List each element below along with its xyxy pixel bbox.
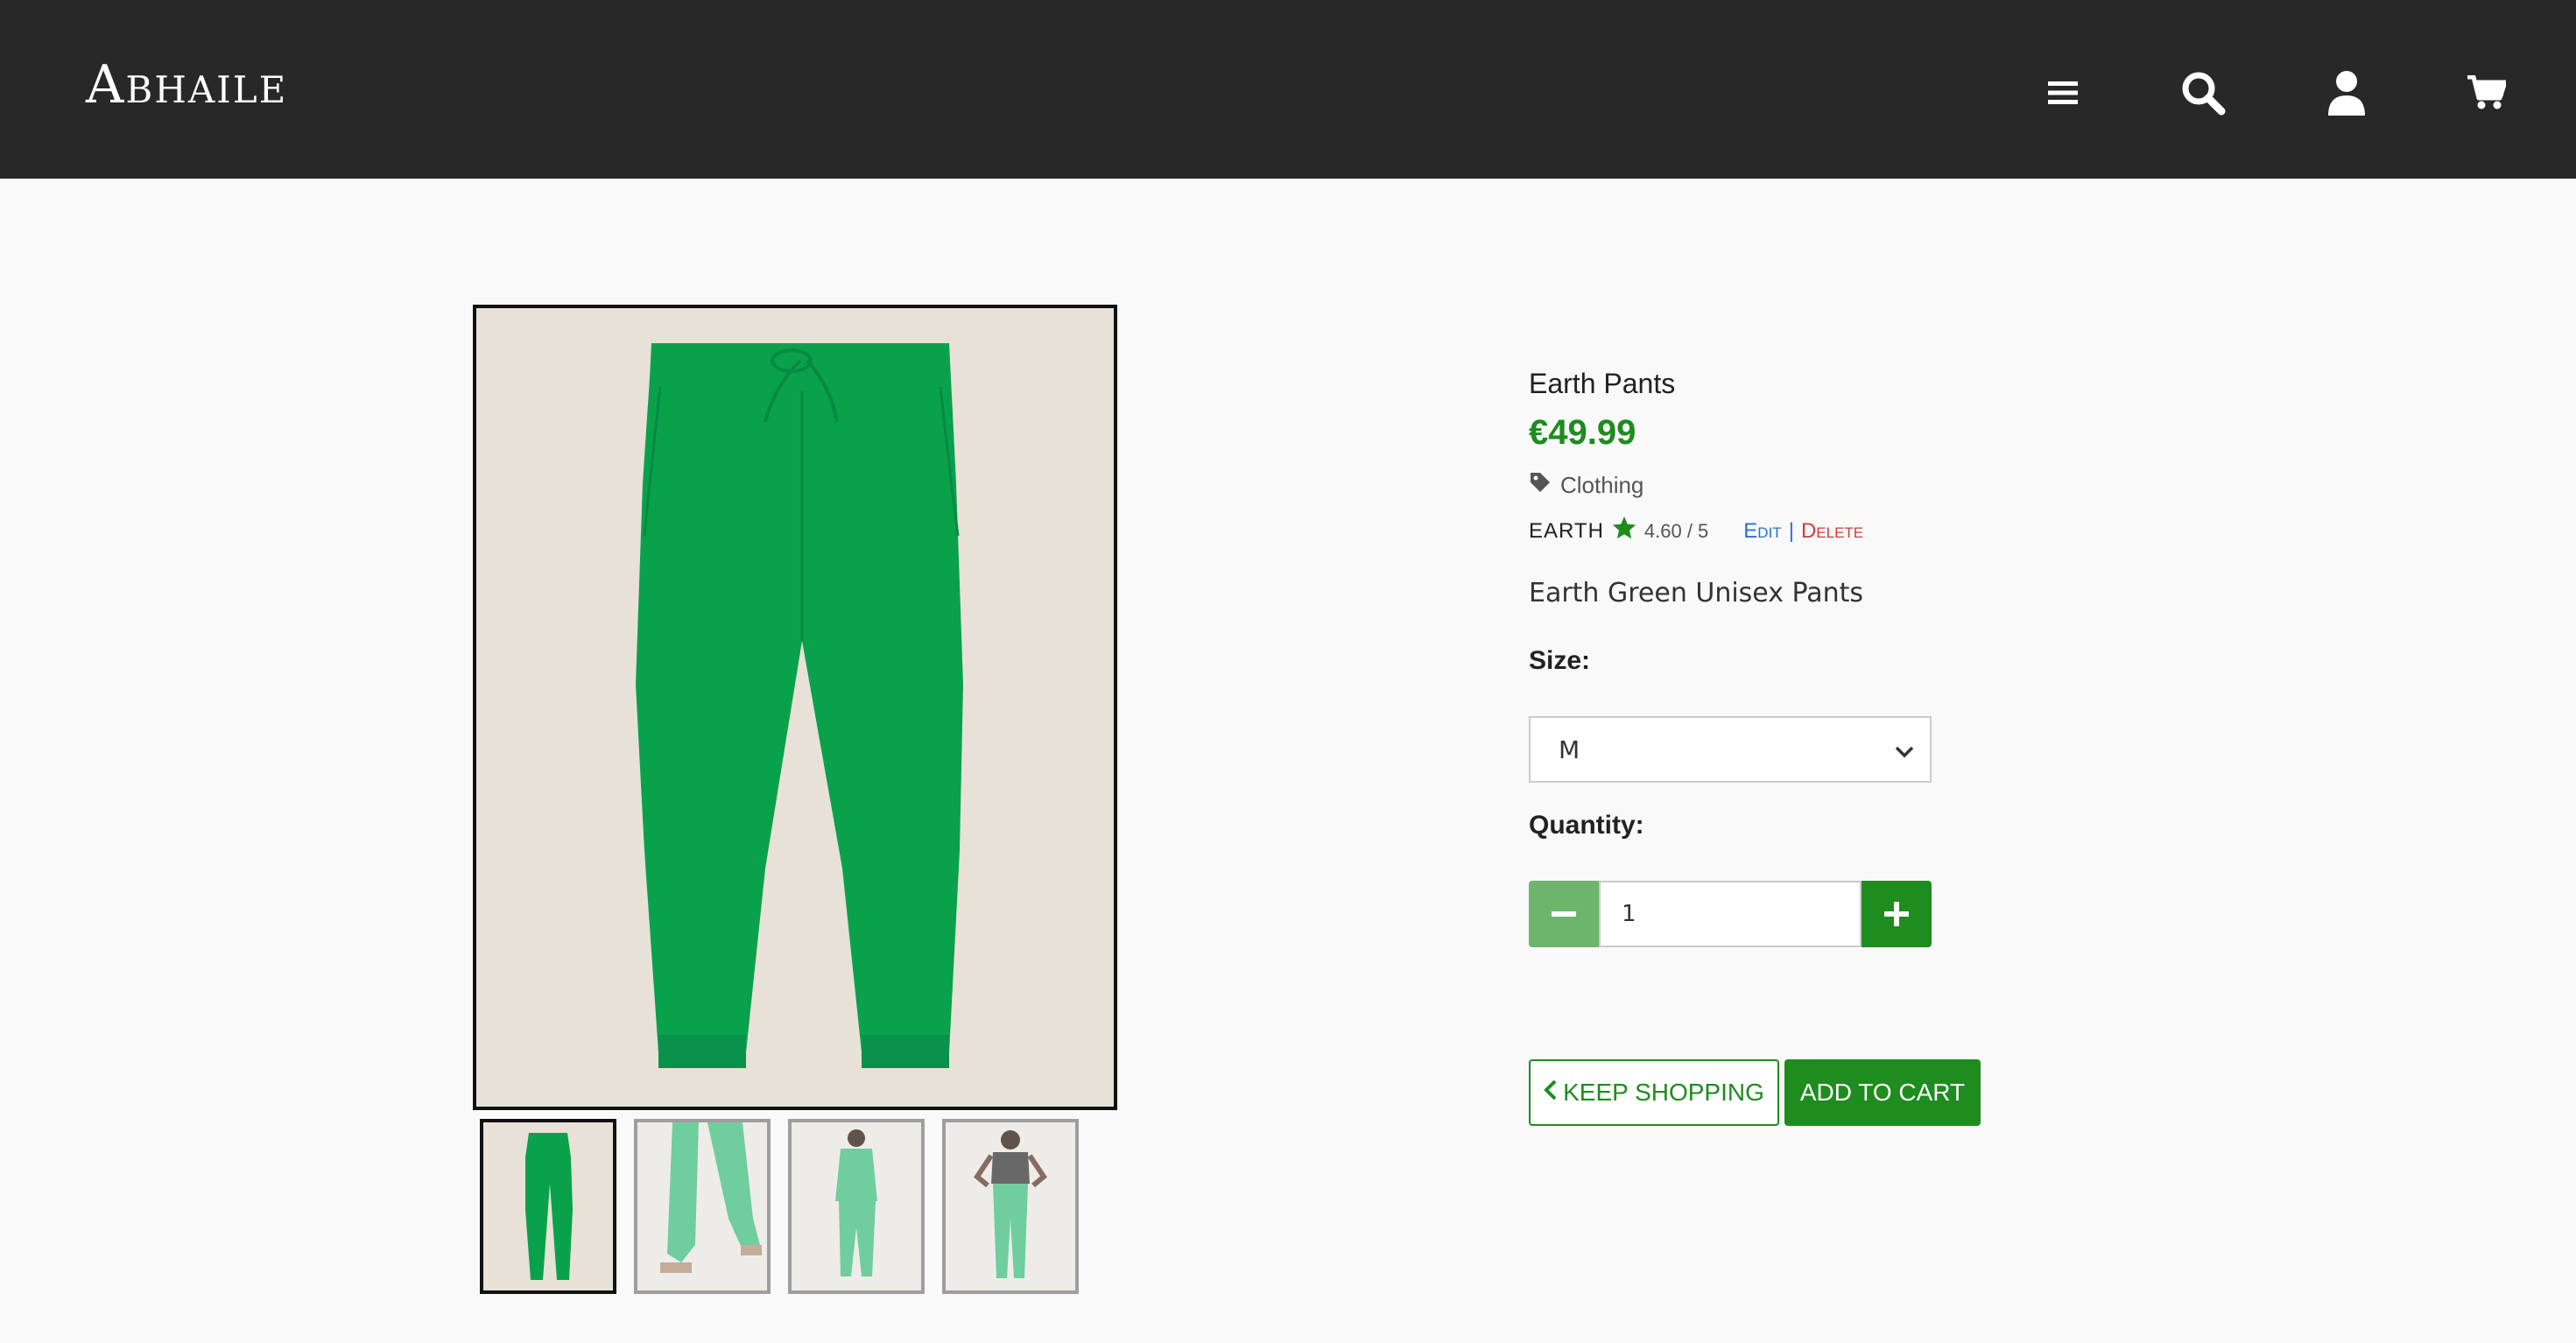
- product-description: Earth Green Unisex Pants: [1529, 578, 1864, 608]
- size-label: Size:: [1529, 646, 1591, 675]
- star-icon: [1611, 515, 1637, 547]
- plus-icon: [1884, 902, 1909, 926]
- quantity-label: Quantity:: [1529, 811, 1644, 840]
- thumbnail-3[interactable]: [788, 1119, 925, 1294]
- delete-link[interactable]: Delete: [1801, 519, 1863, 544]
- size-value: M: [1559, 735, 1580, 764]
- product-price: €49.99: [1529, 413, 1636, 452]
- decrement-button[interactable]: [1529, 881, 1599, 947]
- quantity-value: 1: [1622, 901, 1636, 927]
- product-category[interactable]: Clothing: [1529, 471, 1643, 500]
- tag-icon: [1529, 471, 1552, 500]
- chevron-left-icon: [1544, 1079, 1558, 1107]
- size-select[interactable]: M: [1529, 716, 1932, 783]
- cart-icon[interactable]: [2460, 67, 2513, 119]
- separator: |: [1788, 518, 1794, 543]
- edit-link[interactable]: Edit: [1743, 519, 1781, 544]
- rating-value: 4.60 / 5: [1643, 519, 1709, 542]
- chevron-down-icon: [1895, 735, 1914, 764]
- top-navbar: Abhaile: [0, 0, 2576, 179]
- menu-icon[interactable]: [2037, 67, 2089, 119]
- product-main-image: [473, 305, 1117, 1110]
- product-title: Earth Pants: [1529, 368, 1676, 399]
- keep-shopping-label: KEEP SHOPPING: [1563, 1079, 1764, 1106]
- thumbnail-1[interactable]: [480, 1119, 616, 1294]
- thumbnail-2[interactable]: [634, 1119, 771, 1294]
- search-icon[interactable]: [2177, 67, 2229, 119]
- add-to-cart-button[interactable]: ADD TO CART: [1784, 1059, 1981, 1126]
- keep-shopping-button[interactable]: KEEP SHOPPING: [1529, 1059, 1779, 1126]
- user-icon[interactable]: [2320, 67, 2373, 119]
- minus-icon: [1552, 911, 1576, 917]
- thumbnail-4[interactable]: [942, 1119, 1079, 1294]
- quantity-input[interactable]: 1: [1599, 881, 1862, 947]
- product-meta: EARTH 4.60 / 5 Edit | Delete: [1529, 515, 1863, 547]
- increment-button[interactable]: [1862, 881, 1932, 947]
- category-label: Clothing: [1560, 472, 1644, 498]
- brand-label: EARTH: [1529, 518, 1604, 543]
- brand-logo[interactable]: Abhaile: [86, 54, 287, 116]
